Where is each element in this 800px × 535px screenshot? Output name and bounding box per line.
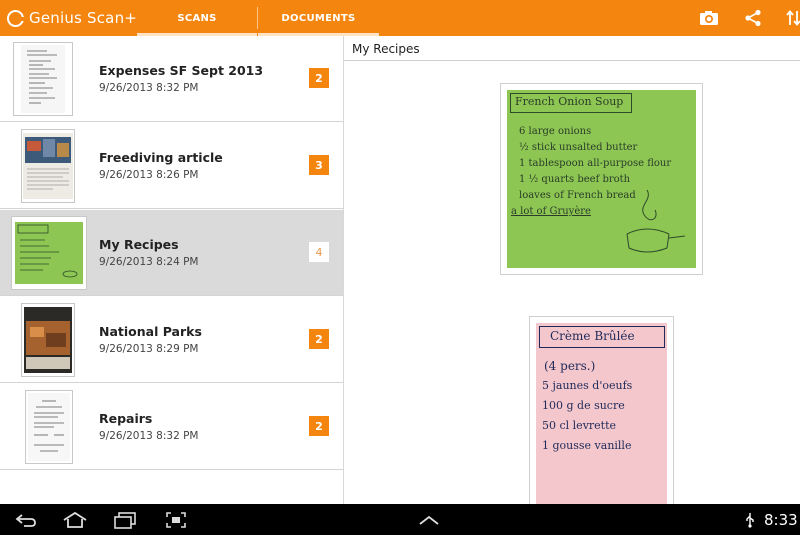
recent-apps-button[interactable]	[111, 504, 139, 535]
share-button[interactable]	[741, 0, 765, 36]
page-1-line: 1 tablespoon all-purpose flour	[519, 158, 672, 169]
page-1-heading: French Onion Soup	[515, 95, 624, 108]
article-thumbnail-image	[23, 133, 73, 199]
tab-documents-label: DOCUMENTS	[281, 12, 356, 24]
app-title[interactable]: Genius Scan+	[7, 0, 137, 36]
tab-scans-label: SCANS	[177, 12, 217, 24]
usb-icon	[746, 512, 754, 528]
document-date: 9/26/2013 8:24 PM	[99, 256, 199, 268]
tab-documents[interactable]: DOCUMENTS	[258, 0, 379, 36]
status-clock: 8:33	[764, 510, 798, 529]
page-count-badge: 2	[309, 68, 329, 88]
document-list[interactable]: Expenses SF Sept 2013 9/26/2013 8:32 PM …	[0, 36, 344, 504]
home-button[interactable]	[60, 504, 90, 535]
document-date: 9/26/2013 8:26 PM	[99, 169, 199, 181]
document-title: My Recipes	[99, 237, 179, 252]
home-icon	[63, 511, 87, 528]
system-navigation-bar: 8:33	[0, 504, 800, 535]
viewer-title: My Recipes	[352, 42, 420, 56]
recipe-thumbnail-image	[15, 222, 83, 284]
screenshot-button[interactable]	[163, 504, 189, 535]
document-title: Repairs	[99, 411, 153, 426]
document-thumbnail	[13, 42, 73, 116]
page-1-line: 6 large onions	[519, 126, 592, 137]
usb-status-icon	[744, 504, 756, 535]
page-2-line: 100 g de sucre	[542, 399, 625, 412]
document-row-national-parks[interactable]: National Parks 9/26/2013 8:29 PM 2	[0, 297, 343, 383]
document-page-2[interactable]: Crème Brûlée (4 pers.) 5 jaunes d'oeufs …	[529, 316, 674, 507]
page-1-line: 1 ½ quarts beef broth	[519, 174, 631, 185]
viewer-divider	[344, 60, 800, 61]
document-thumbnail	[21, 303, 75, 377]
page-1-line: a lot of Gruyère	[511, 206, 591, 217]
page-count-badge: 4	[309, 242, 329, 262]
sort-button[interactable]	[784, 0, 800, 36]
document-thumbnail	[11, 216, 87, 290]
document-row-my-recipes[interactable]: My Recipes 9/26/2013 8:24 PM 4	[0, 210, 343, 296]
page-2-image: Crème Brûlée (4 pers.) 5 jaunes d'oeufs …	[536, 323, 667, 507]
page-2-line: 50 cl levrette	[542, 419, 617, 432]
page-count-badge: 3	[309, 155, 329, 175]
document-thumbnail	[21, 129, 75, 203]
document-date: 9/26/2013 8:32 PM	[99, 430, 199, 442]
page-1-image: French Onion Soup 6 large onions ½ stick…	[507, 90, 696, 268]
page-1-line: ½ stick unsalted butter	[519, 142, 638, 153]
document-row-repairs[interactable]: Repairs 9/26/2013 8:32 PM 2	[0, 384, 343, 470]
recent-apps-icon	[114, 511, 136, 529]
page-2-line: 1 gousse vanille	[542, 439, 632, 452]
document-row-freediving[interactable]: Freediving article 9/26/2013 8:26 PM 3	[0, 123, 343, 209]
receipt-thumbnail-image	[21, 45, 65, 113]
document-title: National Parks	[99, 324, 202, 339]
document-page-1[interactable]: French Onion Soup 6 large onions ½ stick…	[500, 83, 703, 275]
document-title: Expenses SF Sept 2013	[99, 63, 264, 78]
back-button[interactable]	[12, 504, 40, 535]
page-2-line: (4 pers.)	[544, 359, 596, 373]
share-icon	[745, 9, 761, 27]
camera-button[interactable]	[697, 0, 721, 36]
repairs-thumbnail-image	[28, 393, 70, 461]
sort-icon	[786, 10, 800, 26]
chevron-up-icon	[419, 515, 439, 525]
app-name: Genius Scan+	[29, 9, 138, 27]
camera-icon	[700, 11, 718, 25]
screenshot-icon	[166, 511, 186, 528]
tab-scans[interactable]: SCANS	[137, 0, 257, 36]
document-date: 9/26/2013 8:29 PM	[99, 343, 199, 355]
document-date: 9/26/2013 8:32 PM	[99, 82, 199, 94]
document-row-expenses[interactable]: Expenses SF Sept 2013 9/26/2013 8:32 PM …	[0, 36, 343, 122]
back-icon	[15, 513, 36, 527]
parks-thumbnail-image	[24, 307, 72, 373]
document-viewer[interactable]: My Recipes French Onion Soup 6 large oni…	[344, 36, 800, 507]
page-2-heading: Crème Brûlée	[550, 329, 635, 343]
menu-up-button[interactable]	[416, 504, 442, 535]
page-2-line: 5 jaunes d'oeufs	[542, 379, 633, 392]
document-thumbnail	[25, 390, 73, 464]
soup-pot-drawing-icon	[626, 189, 686, 253]
action-bar: Genius Scan+ SCANS DOCUMENTS	[0, 0, 800, 36]
page-count-badge: 2	[309, 329, 329, 349]
page-count-badge: 2	[309, 416, 329, 436]
document-title: Freediving article	[99, 150, 223, 165]
genius-scan-logo-icon	[7, 9, 25, 27]
